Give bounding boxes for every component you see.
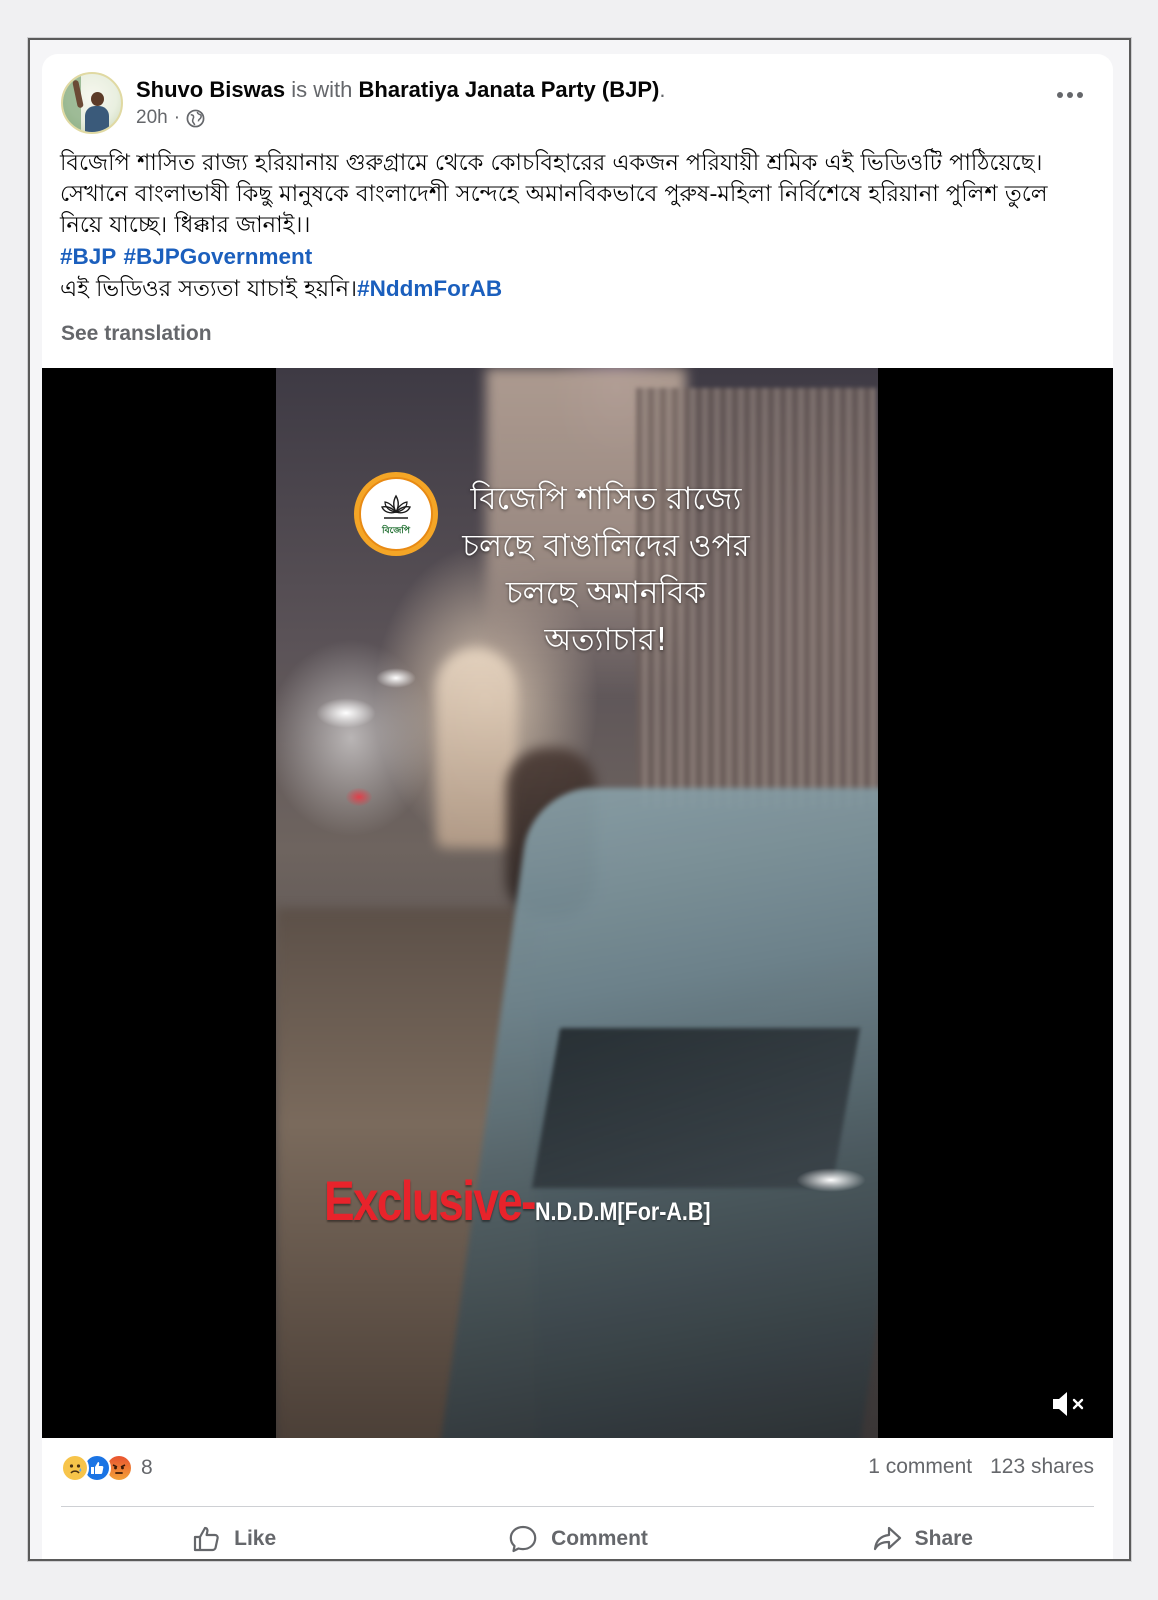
post-header: Shuvo Biswas is with Bharatiya Janata Pa… — [136, 76, 665, 104]
more-options-button[interactable] — [1057, 92, 1083, 98]
hashtag-row: #BJP #BJPGovernment — [60, 241, 1095, 273]
bjp-logo: বিজেপি — [354, 472, 438, 556]
post-text-line-2: সেখানে বাংলাভাষী কিছু মানুষকে বাংলাদেশী … — [60, 181, 1048, 238]
reaction-count: 8 — [141, 1456, 153, 1479]
tagged-page-name[interactable]: Bharatiya Janata Party (BJP) — [359, 77, 660, 102]
dot-icon — [1067, 92, 1073, 98]
post-text: বিজেপি শাসিত রাজ্য হরিয়ানায় গুরুগ্রামে… — [60, 148, 1095, 305]
share-button[interactable]: Share — [750, 1514, 1094, 1559]
meta-separator: · — [173, 107, 181, 128]
see-translation-link[interactable]: See translation — [61, 322, 212, 346]
video-overlay-caption: বিজেপি শাসিত রাজ্যে চলছে বাঙালিদের ওপর চ… — [436, 476, 776, 664]
overlay-line-3: চলছে অমানবিক — [505, 575, 707, 611]
like-label: Like — [234, 1527, 277, 1550]
author-avatar[interactable] — [61, 72, 123, 134]
divider — [61, 1506, 1094, 1507]
with-text: is with — [291, 77, 353, 102]
comment-button[interactable]: Comment — [405, 1514, 749, 1559]
dot-icon — [1057, 92, 1063, 98]
post-text-line-1: বিজেপি শাসিত রাজ্য হরিয়ানায় গুরুগ্রামে… — [60, 150, 1043, 176]
overlay-line-2: চলছে বাঙালিদের ওপর — [462, 528, 750, 564]
comment-label: Comment — [551, 1527, 648, 1550]
tagged-suffix: . — [659, 77, 666, 102]
lotus-icon — [381, 494, 411, 519]
hashtag-bjpgovernment[interactable]: #BJPGovernment — [123, 244, 312, 269]
exclusive-watermark: Exclusive- N.D.D.M[For-A.B] — [324, 1168, 739, 1233]
engagement-counts: 1 comment 123 shares — [868, 1455, 1094, 1479]
video-player[interactable]: বিজেপি বিজেপি শাসিত রাজ্যে চলছে বাঙালিদে… — [42, 368, 1113, 1438]
exclusive-label: Exclusive- — [324, 1169, 536, 1232]
share-count[interactable]: 123 shares — [990, 1455, 1094, 1479]
sad-reaction-icon — [61, 1454, 89, 1482]
dot-icon — [1077, 92, 1083, 98]
nddm-label: N.D.D.M[For-A.B] — [535, 1198, 711, 1226]
comment-bubble-icon — [509, 1525, 537, 1553]
overlay-line-4: অত্যাচার! — [544, 622, 668, 658]
video-frame: বিজেপি বিজেপি শাসিত রাজ্যে চলছে বাঙালিদে… — [276, 368, 878, 1438]
author-name[interactable]: Shuvo Biswas — [136, 77, 285, 102]
reactions-summary[interactable]: 8 — [61, 1454, 153, 1482]
post-meta: 20h · — [136, 106, 205, 130]
post-actions: Like Comment Share — [61, 1514, 1094, 1559]
comment-count[interactable]: 1 comment — [868, 1455, 972, 1479]
globe-icon — [186, 109, 205, 127]
screenshot-frame: Shuvo Biswas is with Bharatiya Janata Pa… — [28, 38, 1131, 1561]
hashtag-bjp[interactable]: #BJP — [60, 244, 116, 269]
logo-text: বিজেপি — [382, 526, 410, 536]
post-time[interactable]: 20h — [136, 106, 168, 130]
post-text-line-4: এই ভিডিওর সত্যতা যাচাই হয়নি।#NddmForAB — [60, 273, 1095, 305]
post-card: Shuvo Biswas is with Bharatiya Janata Pa… — [42, 54, 1113, 1559]
muted-speaker-icon[interactable] — [1049, 1388, 1089, 1420]
share-arrow-icon — [873, 1526, 901, 1551]
unverified-note: এই ভিডিওর সত্যতা যাচাই হয়নি। — [60, 276, 358, 302]
hashtag-nddmforab[interactable]: #NddmForAB — [357, 276, 502, 301]
overlay-line-1: বিজেপি শাসিত রাজ্যে — [470, 481, 742, 517]
like-button[interactable]: Like — [61, 1514, 405, 1559]
share-label: Share — [914, 1527, 973, 1550]
thumbs-up-icon — [194, 1526, 219, 1552]
